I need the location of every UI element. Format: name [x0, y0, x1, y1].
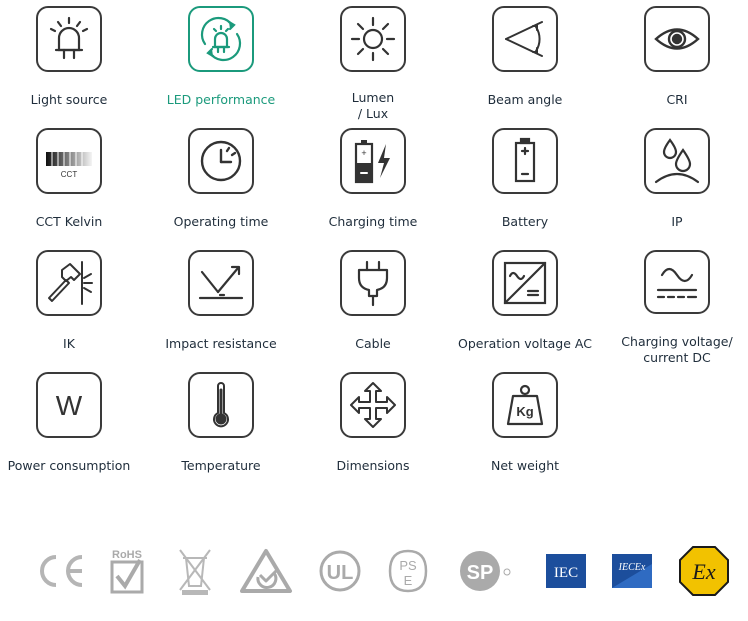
led-bulb-icon: [36, 6, 102, 72]
eye-icon: [644, 6, 710, 72]
cct-gradient-icon: CCT: [36, 128, 102, 194]
ul-text: UL: [327, 562, 354, 584]
spec-label: Temperature: [181, 458, 261, 473]
svg-text:+: +: [361, 148, 366, 158]
spec-net-weight: Kg Net weight: [449, 366, 601, 488]
csa-text: SP: [467, 562, 494, 584]
icon-grid: Light source LED performance Lumen / Lux…: [0, 0, 741, 488]
certification-marks: RoHS UL PS E SP IEC IECEx Ex: [0, 540, 748, 610]
spec-label: Net weight: [490, 458, 560, 473]
spec-dimensions: Dimensions: [297, 366, 449, 488]
iec-mark: IEC: [540, 540, 592, 602]
ce-mark: [30, 540, 90, 602]
spec-power-consumption: W Power consumption: [0, 366, 145, 488]
spec-impact-resistance: Impact resistance: [145, 244, 297, 366]
spec-battery: Battery: [449, 122, 601, 244]
spec-label: IP: [671, 214, 683, 229]
spec-label: Beam angle: [487, 92, 563, 107]
atex-ex-mark: Ex: [672, 540, 736, 602]
rohs-mark: RoHS: [102, 540, 152, 602]
spec-led-performance: LED performance: [145, 0, 297, 122]
weight-text: Kg: [516, 404, 533, 419]
watt-icon: W: [36, 372, 102, 438]
spec-label: Dimensions: [336, 458, 410, 473]
svg-text:E: E: [404, 573, 413, 588]
spec-charging-voltage-dc: Charging voltage/ current DC: [601, 244, 748, 366]
water-drops-icon: [644, 128, 710, 194]
spec-label: Power consumption: [7, 458, 131, 473]
spec-label: Charging voltage/ current DC: [621, 334, 733, 365]
plug-icon: [340, 250, 406, 316]
spec-label: Impact resistance: [165, 336, 277, 351]
csa-mark: SP: [456, 540, 520, 602]
spec-label: Operating time: [173, 214, 269, 229]
watt-text: W: [56, 390, 83, 421]
spec-label: Cable: [355, 336, 391, 351]
sun-icon: [340, 6, 406, 72]
spec-cable: Cable: [297, 244, 449, 366]
weight-icon: Kg: [492, 372, 558, 438]
cct-text: CCT: [61, 170, 78, 179]
spec-temperature: Temperature: [145, 366, 297, 488]
spec-label: IK: [63, 336, 75, 351]
iec-text: IEC: [554, 565, 578, 581]
spec-cri: CRI: [601, 0, 748, 122]
spec-charging-time: + Charging time: [297, 122, 449, 244]
svg-text:PS: PS: [399, 558, 417, 573]
thermometer-icon: [188, 372, 254, 438]
move-arrows-icon: [340, 372, 406, 438]
impact-arrow-icon: [188, 250, 254, 316]
spec-label: CCT Kelvin: [35, 214, 103, 229]
spec-operating-time: Operating time: [145, 122, 297, 244]
clock-icon: [188, 128, 254, 194]
spec-lumen-lux: Lumen / Lux: [297, 0, 449, 122]
spec-label: CRI: [666, 92, 688, 107]
spec-light-source: Light source: [0, 0, 145, 122]
spec-label: LED performance: [166, 92, 276, 107]
spec-ik: IK: [0, 244, 145, 366]
rohs-text: RoHS: [112, 549, 142, 561]
spec-operation-voltage-ac: Operation voltage AC: [449, 244, 601, 366]
spec-label: Operation voltage AC: [458, 336, 592, 351]
weee-bin-mark: [170, 540, 220, 602]
spec-label: Light source: [30, 92, 108, 107]
battery-charging-icon: +: [340, 128, 406, 194]
battery-icon: [492, 128, 558, 194]
spec-ip: IP: [601, 122, 748, 244]
rcm-mark: [234, 540, 298, 602]
ul-mark: UL: [312, 540, 368, 602]
atex-text: Ex: [691, 559, 715, 584]
pse-mark: PS E: [380, 540, 436, 602]
ac-dc-icon: [644, 250, 710, 314]
spec-beam-angle: Beam angle: [449, 0, 601, 122]
spec-label: Charging time: [328, 214, 418, 229]
spec-cct-kelvin: CCT CCT Kelvin: [0, 122, 145, 244]
hammer-impact-icon: [36, 250, 102, 316]
iecex-text: IECEx: [618, 562, 646, 573]
spec-label: Battery: [501, 214, 549, 229]
ac-converter-icon: [492, 250, 558, 316]
led-performance-icon: [188, 6, 254, 72]
beam-angle-icon: [492, 6, 558, 72]
iecex-mark: IECEx: [606, 540, 658, 602]
spec-label: Lumen / Lux: [351, 90, 395, 121]
